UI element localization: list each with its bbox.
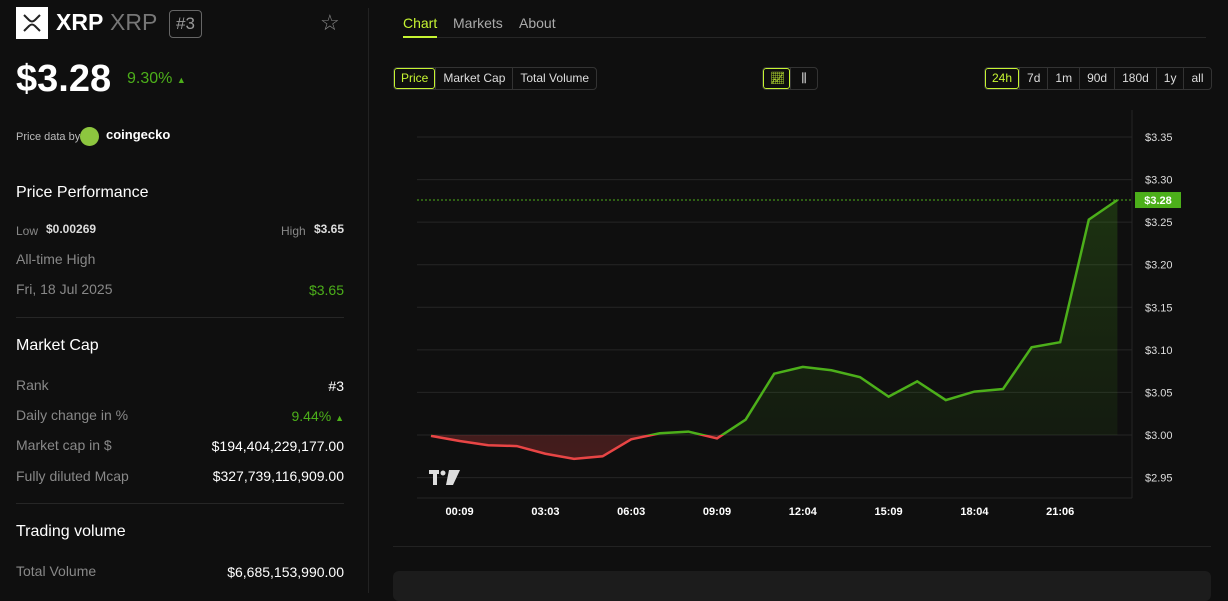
market-cap-value: $194,404,229,177.00 [212,438,344,454]
low-value: $0.00269 [46,222,96,236]
high-label: High [281,224,306,238]
change-value: 9.30% [127,70,172,87]
y-tick-label: $3.15 [1145,302,1173,314]
market-cap-title: Market Cap [16,337,99,355]
price-change: 9.30% ▲ [127,70,186,88]
ath-value: $3.65 [309,282,344,298]
daily-change-label: Daily change in % [16,407,128,423]
line-chart-icon[interactable]: 📈︎ [763,68,790,89]
x-tick-label: 00:09 [446,506,474,518]
trading-volume-title: Trading volume [16,523,126,541]
daily-change-number: 9.44% [291,408,331,424]
coingecko-link[interactable]: coingecko [106,127,170,142]
coingecko-logo-icon[interactable] [80,127,99,146]
candlestick-chart-icon[interactable]: ⫼ [790,68,817,89]
rank-badge: #3 [169,10,202,38]
up-arrow-icon: ▲ [335,413,344,423]
y-tick-label: $3.20 [1145,260,1173,272]
range-90d-button[interactable]: 90d [1079,68,1114,89]
area-fill-up [431,200,1117,459]
range-1y-button[interactable]: 1y [1156,68,1184,89]
current-price: $3.28 [16,58,111,101]
fdv-value: $327,739,116,909.00 [213,468,344,484]
metric-selector: Price Market Cap Total Volume [393,67,597,90]
range-7d-button[interactable]: 7d [1019,68,1047,89]
y-tick-label: $3.10 [1145,345,1173,357]
rank-value: #3 [328,378,344,394]
tab-about[interactable]: About [519,15,556,31]
coin-name: XRP [56,9,103,36]
x-tick-label: 12:04 [789,506,818,518]
total-volume-button[interactable]: Total Volume [512,68,596,89]
x-tick-label: 09:09 [703,506,731,518]
favorite-star-icon[interactable]: ☆ [320,10,340,36]
section-divider [393,546,1211,547]
up-arrow-icon: ▲ [177,75,186,85]
x-tick-label: 21:06 [1046,506,1074,518]
total-volume-value: $6,685,153,990.00 [227,564,344,580]
y-tick-label: $3.25 [1145,217,1173,229]
fdv-label: Fully diluted Mcap [16,468,129,484]
tab-chart[interactable]: Chart [403,15,437,31]
market-cap-label: Market cap in $ [16,437,112,453]
daily-change-value: 9.44% ▲ [291,408,344,424]
x-tick-label: 06:03 [617,506,645,518]
tab-markets[interactable]: Markets [453,15,503,31]
content-card [393,571,1211,601]
price-performance-title: Price Performance [16,184,149,202]
y-tick-label: $3.05 [1145,387,1173,399]
low-label: Low [16,224,38,238]
price-button[interactable]: Price [394,68,435,89]
range-selector: 24h 7d 1m 90d 180d 1y all [984,67,1212,90]
current-price-tag-label: $3.28 [1144,195,1172,207]
y-tick-label: $3.35 [1145,132,1173,144]
x-tick-label: 18:04 [960,506,989,518]
high-value: $3.65 [314,222,344,236]
panel-divider [368,8,369,593]
y-tick-label: $3.00 [1145,430,1173,442]
chart-type-selector: 📈︎ ⫼ [762,67,818,90]
coin-symbol: XRP [110,9,157,36]
total-volume-label: Total Volume [16,563,96,579]
range-180d-button[interactable]: 180d [1114,68,1156,89]
divider [16,317,344,318]
range-all-button[interactable]: all [1183,68,1210,89]
x-tick-label: 03:03 [531,506,559,518]
range-24h-button[interactable]: 24h [985,68,1019,89]
y-tick-label: $3.30 [1145,175,1173,187]
divider [16,503,344,504]
y-tick-label: $2.95 [1145,473,1173,485]
tabs-divider [403,37,1206,38]
market-cap-button[interactable]: Market Cap [435,68,512,89]
ath-label: All-time High [16,251,95,267]
attribution-label: Price data by [16,131,80,143]
price-chart[interactable]: $2.95 $3.00 $3.05 $3.10 $3.15 $3.20 $3.25 $3.30… [400,110,1200,530]
range-1m-button[interactable]: 1m [1047,68,1079,89]
active-tab-indicator [403,36,437,38]
xrp-logo-icon [16,7,48,39]
x-tick-label: 15:09 [875,506,903,518]
rank-label: Rank [16,377,49,393]
ath-date: Fri, 18 Jul 2025 [16,281,113,297]
